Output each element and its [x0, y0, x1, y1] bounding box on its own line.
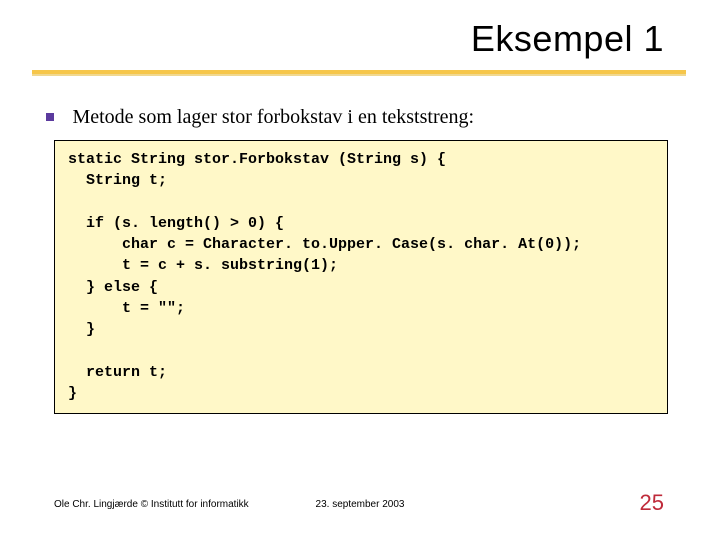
title-underline [32, 68, 686, 78]
title-area: Eksempel 1 [56, 18, 664, 60]
code-box: static String stor.Forbokstav (String s)… [54, 140, 668, 414]
bullet-row: Metode som lager stor forbokstav i en te… [46, 106, 674, 129]
underline-shadow [32, 74, 686, 76]
bullet-icon [46, 113, 54, 121]
code-content: static String stor.Forbokstav (String s)… [59, 149, 663, 405]
slide: Eksempel 1 Metode som lager stor forboks… [0, 0, 720, 540]
page-title: Eksempel 1 [56, 18, 664, 60]
footer-center: 23. september 2003 [0, 499, 720, 510]
slide-number: 25 [640, 490, 664, 516]
bullet-text: Metode som lager stor forbokstav i en te… [72, 106, 474, 128]
